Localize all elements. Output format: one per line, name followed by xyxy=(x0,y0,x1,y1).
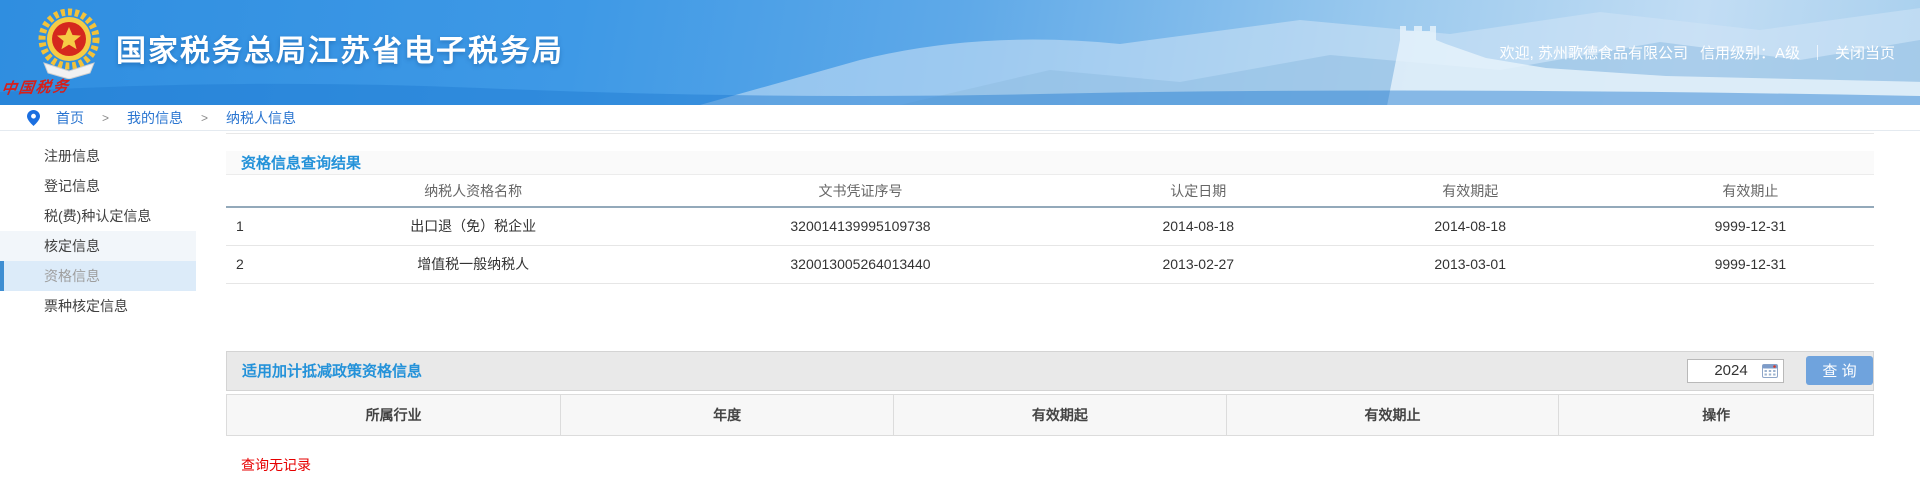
sidebar-item-registration-info[interactable]: 登记信息 xyxy=(0,171,196,201)
col-qualification-name: 纳税人资格名称 xyxy=(308,175,638,207)
policy-table: 所属行业 年度 有效期起 有效期止 操作 xyxy=(226,394,1874,436)
divider: ｜ xyxy=(1810,42,1825,63)
logo-caption: 中国税务 xyxy=(0,74,93,98)
policy-section-header: 适用加计抵减政策资格信息 查 询 xyxy=(226,351,1874,391)
banner-user-bar: 欢迎, 苏州歌德食品有限公司 信用级别：A级 ｜ 关闭当页 xyxy=(1500,42,1895,63)
col-document-number: 文书凭证序号 xyxy=(638,175,1083,207)
policy-section-title: 适用加计抵减政策资格信息 xyxy=(242,360,422,381)
col-valid-from: 有效期起 xyxy=(1314,175,1627,207)
top-banner: 中国税务 国家税务总局江苏省电子税务局 欢迎, 苏州歌德食品有限公司 信用级别：… xyxy=(0,0,1920,105)
breadcrumb-separator: > xyxy=(102,111,109,125)
site-title: 国家税务总局江苏省电子税务局 xyxy=(116,26,564,70)
breadcrumb: 首页 > 我的信息 > 纳税人信息 xyxy=(0,105,1920,131)
breadcrumb-home[interactable]: 首页 xyxy=(56,108,84,128)
cell-document-number: 320014139995109738 xyxy=(638,207,1083,245)
sidebar: 注册信息 登记信息 税(费)种认定信息 核定信息 资格信息 票种核定信息 xyxy=(0,131,196,492)
query-button[interactable]: 查 询 xyxy=(1806,356,1873,385)
sidebar-item-tax-type-info[interactable]: 税(费)种认定信息 xyxy=(0,201,196,231)
cell-valid-from: 2013-03-01 xyxy=(1314,245,1627,283)
table-row: 1 出口退（免）税企业 320014139995109738 2014-08-1… xyxy=(226,207,1874,245)
year-input[interactable] xyxy=(1703,362,1759,379)
main-content: 资格信息查询结果 纳税人资格名称 文书凭证序号 认定日期 有效期起 有效期止 xyxy=(226,133,1874,475)
welcome-text: 欢迎, 苏州歌德食品有限公司 xyxy=(1500,42,1688,63)
cell-index: 2 xyxy=(226,245,308,283)
cell-index: 1 xyxy=(226,207,308,245)
cell-document-number: 320013005264013440 xyxy=(638,245,1083,283)
sidebar-item-qualification-info[interactable]: 资格信息 xyxy=(0,261,196,291)
col-index xyxy=(226,175,308,207)
close-page-link[interactable]: 关闭当页 xyxy=(1835,42,1895,63)
year-input-box xyxy=(1687,359,1784,383)
policy-table-header-row: 所属行业 年度 有效期起 有效期止 操作 xyxy=(227,394,1874,435)
cell-qualification-name: 出口退（免）税企业 xyxy=(308,207,638,245)
breadcrumb-taxpayer-info[interactable]: 纳税人信息 xyxy=(226,108,296,128)
col-valid-to: 有效期止 xyxy=(1226,394,1559,435)
col-year: 年度 xyxy=(561,394,894,435)
sidebar-item-verification-info[interactable]: 核定信息 xyxy=(0,231,196,261)
table-row: 2 增值税一般纳税人 320013005264013440 2013-02-27… xyxy=(226,245,1874,283)
cell-valid-from: 2014-08-18 xyxy=(1314,207,1627,245)
empty-result-message: 查询无记录 xyxy=(226,455,1874,475)
breadcrumb-separator: > xyxy=(201,111,208,125)
qualification-table-header-row: 纳税人资格名称 文书凭证序号 认定日期 有效期起 有效期止 xyxy=(226,175,1874,207)
qualification-section-header: 资格信息查询结果 xyxy=(226,151,1874,175)
sidebar-item-register-info[interactable]: 注册信息 xyxy=(0,141,196,171)
credit-level-text: 信用级别：A级 xyxy=(1700,42,1800,63)
col-valid-from: 有效期起 xyxy=(894,394,1227,435)
location-pin-icon xyxy=(27,110,40,126)
qualification-table: 纳税人资格名称 文书凭证序号 认定日期 有效期起 有效期止 1 出口退（免）税企… xyxy=(226,175,1874,284)
col-confirm-date: 认定日期 xyxy=(1083,175,1314,207)
cell-confirm-date: 2014-08-18 xyxy=(1083,207,1314,245)
breadcrumb-my-info[interactable]: 我的信息 xyxy=(127,108,183,128)
cell-valid-to: 9999-12-31 xyxy=(1627,245,1874,283)
col-industry: 所属行业 xyxy=(227,394,561,435)
cell-valid-to: 9999-12-31 xyxy=(1627,207,1874,245)
qualification-section-title: 资格信息查询结果 xyxy=(241,152,361,173)
calendar-icon[interactable] xyxy=(1762,363,1778,378)
cell-qualification-name: 增值税一般纳税人 xyxy=(308,245,638,283)
sidebar-item-invoice-type-info[interactable]: 票种核定信息 xyxy=(0,291,196,321)
cell-confirm-date: 2013-02-27 xyxy=(1083,245,1314,283)
col-valid-to: 有效期止 xyxy=(1627,175,1874,207)
col-operation: 操作 xyxy=(1559,394,1874,435)
